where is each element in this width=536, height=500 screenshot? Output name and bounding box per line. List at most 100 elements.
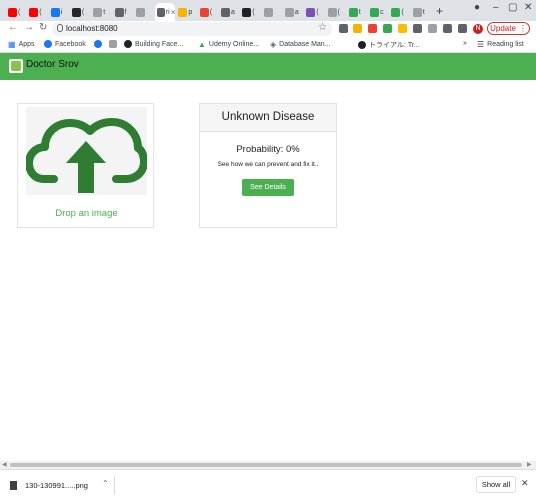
bookmark-building[interactable]: Building Face... <box>124 40 183 48</box>
browser-tab[interactable]: ( <box>326 4 346 20</box>
browser-tab[interactable]: i <box>49 4 69 20</box>
forward-button[interactable]: → <box>24 22 34 33</box>
bookmark-facebook[interactable]: Facebook <box>44 40 86 48</box>
page-icon <box>178 7 188 17</box>
extension-icon[interactable] <box>428 24 437 33</box>
extension-icon[interactable] <box>383 24 392 33</box>
scroll-right-arrow-icon[interactable]: ▶ <box>527 461 532 468</box>
reading-list-button[interactable]: ☰ Reading list <box>477 40 524 49</box>
tab-label: p <box>188 8 193 16</box>
bookmark-star-icon[interactable]: ☆ <box>318 22 327 33</box>
tab-label: ( <box>18 8 21 16</box>
extension-icon[interactable] <box>353 24 362 33</box>
scroll-left-arrow-icon[interactable]: ◀ <box>2 461 7 468</box>
result-card-header: Unknown Disease <box>200 104 336 132</box>
extension-icon[interactable] <box>413 24 422 33</box>
back-button[interactable]: ← <box>8 22 18 33</box>
download-item[interactable]: 130-130991.....png <box>10 476 88 494</box>
browser-tab[interactable]: ( <box>70 4 90 20</box>
bookmark-udemy[interactable]: ▲ Udemy Online... <box>198 40 259 49</box>
page-icon <box>221 7 230 17</box>
more-bookmarks-button[interactable]: » <box>463 40 467 47</box>
google-icon <box>263 7 273 17</box>
browser-tab[interactable]: ( <box>6 4 26 20</box>
description-text: See how we can prevent and fix it.. <box>217 161 319 168</box>
browser-tab[interactable]: t <box>91 4 111 20</box>
scrollbar-thumb[interactable] <box>10 463 522 467</box>
google-icon <box>93 7 103 17</box>
update-button[interactable]: Update ⋮ <box>487 22 530 35</box>
browser-tab[interactable]: ( <box>389 4 409 20</box>
browser-tab[interactable]: ( <box>198 4 218 20</box>
facebook-icon <box>44 40 52 48</box>
extension-icon[interactable] <box>339 24 348 33</box>
brand-title[interactable]: Doctor Srov <box>26 59 79 70</box>
facebook-icon <box>50 7 60 17</box>
browser-tab[interactable]: t <box>347 4 367 20</box>
bookmark-facebook-icon-only[interactable] <box>94 40 102 48</box>
cloud-upload-icon[interactable] <box>25 107 148 195</box>
tab-label: c <box>380 8 384 16</box>
extension-icon[interactable] <box>368 24 377 33</box>
info-icon[interactable] <box>57 24 63 32</box>
close-window-button[interactable]: ✕ <box>524 2 532 13</box>
extensions-puzzle-icon[interactable] <box>443 24 452 33</box>
minimize-button[interactable]: – <box>493 2 499 13</box>
bookmark-tools[interactable] <box>109 40 117 48</box>
account-icon[interactable]: ● <box>474 2 480 13</box>
google-icon <box>284 7 294 17</box>
reading-list-icon: ☰ <box>477 40 485 49</box>
facebook-icon <box>94 40 102 48</box>
browser-tab[interactable]: ( <box>240 4 260 20</box>
browser-tab[interactable]: t <box>411 4 431 20</box>
browser-tab[interactable]: f <box>113 4 133 20</box>
browser-tab[interactable]: c <box>368 4 388 20</box>
chevron-up-icon[interactable]: ⌃ <box>102 479 109 488</box>
page-icon <box>391 7 401 17</box>
page-icon <box>199 7 209 17</box>
maximize-button[interactable]: ▢ <box>508 2 517 13</box>
reload-button[interactable]: ↻ <box>39 22 47 33</box>
new-tab-button[interactable]: + <box>436 4 443 18</box>
tab-close-icon[interactable]: × <box>171 8 176 17</box>
download-filename: 130-130991.....png <box>25 480 88 490</box>
google-icon <box>327 7 337 17</box>
disease-title: Unknown Disease <box>221 111 315 123</box>
cast-icon[interactable] <box>458 24 467 33</box>
app-logo-icon[interactable] <box>9 59 23 73</box>
horizontal-scrollbar[interactable]: ◀ ▶ <box>0 461 536 469</box>
close-icon[interactable]: ✕ <box>521 478 529 489</box>
browser-tab[interactable] <box>134 4 154 20</box>
youtube-icon <box>8 7 17 17</box>
tab-label: a <box>294 8 299 16</box>
browser-tab[interactable]: ri × <box>155 3 176 22</box>
extension-icon[interactable] <box>398 24 407 33</box>
result-card: Unknown Disease Probability: 0% See how … <box>199 103 337 228</box>
tools-icon <box>109 40 117 48</box>
see-details-button[interactable]: See Details <box>242 179 294 196</box>
bookmark-trial[interactable]: トライアル: Tr... <box>358 40 420 50</box>
tab-label: ri <box>165 9 170 16</box>
bootstrap-icon <box>306 7 316 17</box>
tab-label: f <box>124 8 127 16</box>
browser-window: t (c t ((a (a (p ri × f t (i (( + ● – ▢ ✕ ← → ↻ loc… <box>0 0 536 500</box>
browser-toolbar: ← → ↻ localhost:8080 ☆ N Update ⋮ <box>0 21 536 37</box>
download-bar: 130-130991.....png ⌃ Show all ✕ <box>0 469 536 500</box>
profile-avatar[interactable]: N <box>473 24 483 34</box>
show-all-button[interactable]: Show all <box>476 476 516 493</box>
bookmark-database[interactable]: ◈ Database Man... <box>270 40 331 49</box>
browser-tab[interactable]: ( <box>304 4 324 20</box>
browser-tab[interactable]: a <box>283 4 303 20</box>
browser-tab[interactable]: p <box>176 4 196 20</box>
browser-tab[interactable]: a <box>219 4 239 20</box>
tool-icon <box>114 7 124 17</box>
tab-label: ( <box>252 8 255 16</box>
address-bar[interactable]: localhost:8080 ☆ <box>52 22 332 36</box>
tab-label: ( <box>401 8 404 16</box>
browser-tab[interactable] <box>262 4 282 20</box>
bookmark-apps[interactable]: ▦ Apps <box>8 40 35 49</box>
drive-icon: ▲ <box>198 40 206 49</box>
image-drop-zone[interactable]: Drop an image <box>17 103 154 228</box>
browser-tab[interactable]: ( <box>27 4 47 20</box>
tab-strip: t (c t ((a (a (p ri × f t (i (( + ● – ▢ ✕ <box>0 0 536 22</box>
